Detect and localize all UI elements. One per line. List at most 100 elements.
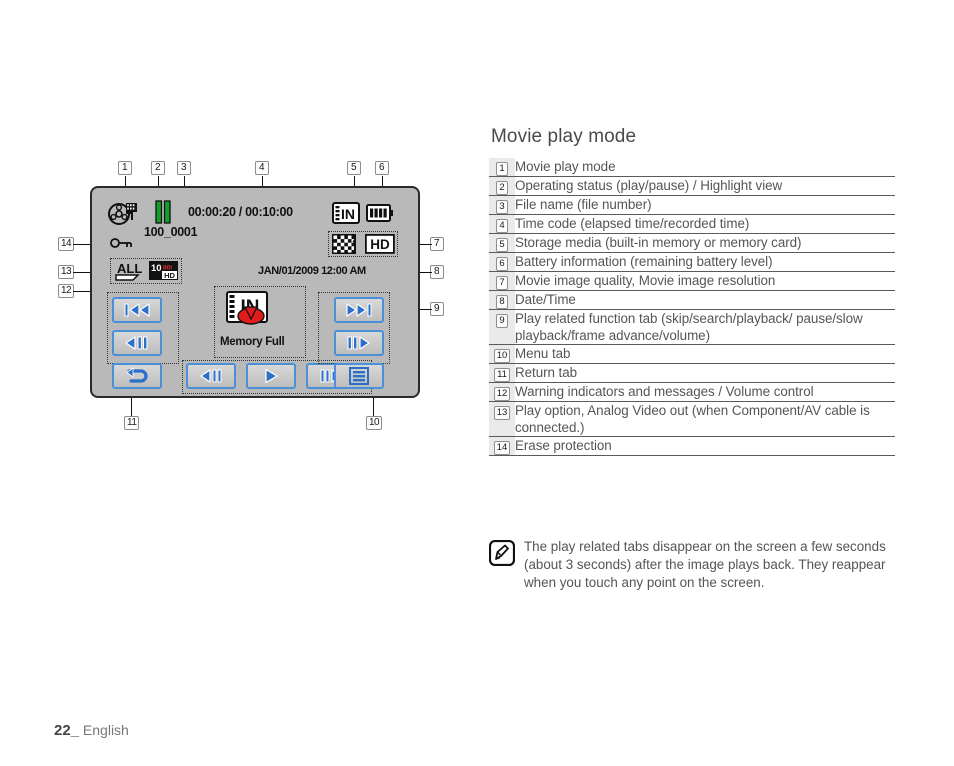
legend-number-badge: 14 — [493, 441, 511, 455]
callout-10: 10 — [366, 416, 383, 430]
legend-row-number-cell: 4 — [489, 214, 515, 234]
legend-number-badge: 10 — [493, 349, 511, 363]
legend-row-number-cell: 7 — [489, 271, 515, 291]
return-tab[interactable] — [112, 363, 162, 389]
legend-row-number-cell: 13 — [489, 401, 515, 437]
legend-row-number-cell: 12 — [489, 382, 515, 402]
page-number: 22 — [54, 722, 71, 739]
legend-number-badge: 1 — [496, 162, 508, 176]
skip-reverse-tab[interactable] — [112, 297, 162, 323]
play-tab[interactable] — [246, 363, 296, 389]
erase-protection-key-icon — [110, 236, 134, 250]
callout-7: 7 — [430, 237, 444, 251]
callout-12: 12 — [58, 284, 75, 298]
legend-table-body: 1 Movie play mode 2 Operating status (play/… — [489, 158, 895, 456]
legend-row: 9 Play related function tab (skip/search/… — [489, 309, 895, 345]
legend-number-badge: 11 — [494, 368, 510, 382]
legend-row: 6 Battery information (remaining battery … — [489, 252, 895, 272]
date-time-text: JAN/01/2009 12:00 AM — [258, 265, 366, 277]
play-option-all-icon: ALL — [114, 260, 144, 282]
legend-row-text-cell: Operating status (play/pause) / Highligh… — [515, 178, 783, 193]
legend-row: 4 Time code (elapsed time/recorded time) — [489, 214, 895, 234]
legend-row-number-cell: 2 — [489, 176, 515, 196]
legend-row: 1 Movie play mode — [489, 158, 895, 177]
callout-2: 2 — [151, 161, 165, 175]
memory-full-warning-icon: IN — [226, 289, 270, 327]
legend-row: 10 Menu tab — [489, 344, 895, 364]
legend-row-text-cell: Battery information (remaining battery l… — [515, 254, 773, 269]
legend-row: 8 Date/Time — [489, 290, 895, 310]
svg-text:IN: IN — [341, 206, 355, 222]
note-block: The play related tabs disappear on the s… — [488, 538, 895, 592]
legend-row-number-cell: 6 — [489, 252, 515, 272]
legend-table: 1 Movie play mode 2 Operating status (play/… — [489, 158, 895, 456]
page-language: English — [82, 722, 129, 738]
file-name-text: 100_0001 — [144, 225, 198, 239]
note-pencil-icon — [488, 539, 516, 567]
legend-row-text-cell: Return tab — [515, 365, 578, 380]
legend-row-number-cell: 8 — [489, 290, 515, 310]
callout-1: 1 — [118, 161, 132, 175]
slow-reverse-tab[interactable] — [186, 363, 236, 389]
manual-page: 1 2 3 4 5 6 14 13 12 7 8 9 11 10 00:00:2… — [0, 0, 954, 766]
leader-line-11 — [131, 398, 132, 416]
note-text: The play related tabs disappear on the s… — [524, 539, 886, 590]
legend-row: 14 Erase protection — [489, 436, 895, 456]
movie-play-mode-icon — [108, 200, 138, 226]
svg-text:HD: HD — [370, 237, 390, 252]
pause-status-icon — [153, 200, 173, 224]
legend-row-text-cell: Menu tab — [515, 346, 571, 361]
legend-row: 5 Storage media (built-in memory or memor… — [489, 233, 895, 253]
callout-6: 6 — [375, 161, 389, 175]
legend-panel: Movie play mode 1 Movie play mode 2 Operati… — [489, 126, 895, 456]
timecode-text: 00:00:20 / 00:10:00 — [188, 205, 293, 219]
callout-4: 4 — [255, 161, 269, 175]
legend-row-number-cell: 11 — [489, 363, 515, 383]
legend-row: 2 Operating status (play/pause) / Highlig… — [489, 176, 895, 196]
legend-row-number-cell: 5 — [489, 233, 515, 253]
legend-row-text-cell: Warning indicators and messages / Volume… — [515, 384, 814, 399]
legend-row-number-cell: 10 — [489, 344, 515, 364]
legend-row-number-cell: 1 — [489, 158, 515, 177]
legend-number-badge: 5 — [496, 238, 508, 252]
battery-icon — [366, 202, 394, 224]
legend-number-badge: 13 — [493, 406, 511, 420]
svg-text:ALL: ALL — [117, 261, 142, 276]
callout-9: 9 — [430, 302, 444, 316]
forward-search-tab[interactable] — [334, 330, 384, 356]
legend-row: 7 Movie image quality, Movie image resolu… — [489, 271, 895, 291]
leader-line-10 — [373, 398, 374, 416]
movie-resolution-1080i-icon: 10 80i HD — [149, 261, 179, 281]
legend-row: 3 File name (file number) — [489, 195, 895, 215]
callout-14: 14 — [58, 237, 75, 251]
page-separator: _ — [70, 722, 80, 739]
legend-number-badge: 3 — [496, 200, 508, 214]
legend-row-text-cell: Play option, Analog Video out (when Comp… — [515, 403, 870, 435]
warning-message-text: Memory Full — [220, 336, 285, 348]
legend-number-badge: 4 — [496, 219, 508, 233]
legend-number-badge: 8 — [496, 295, 508, 309]
legend-row-text-cell: Play related function tab (skip/search/p… — [515, 311, 863, 343]
callout-13: 13 — [58, 265, 75, 279]
legend-row-number-cell: 9 — [489, 309, 515, 345]
skip-forward-tab[interactable] — [334, 297, 384, 323]
hd-resolution-icon: HD — [365, 234, 395, 254]
page-footer: 22_ English — [54, 722, 129, 739]
legend-row: 12 Warning indicators and messages / Volu… — [489, 382, 895, 402]
svg-text:HD: HD — [164, 271, 175, 280]
callout-11: 11 — [124, 416, 140, 430]
callout-8: 8 — [430, 265, 444, 279]
legend-row-number-cell: 3 — [489, 195, 515, 215]
legend-row-number-cell: 14 — [489, 436, 515, 456]
legend-row-text-cell: Date/Time — [515, 292, 576, 307]
legend-row-text-cell: Time code (elapsed time/recorded time) — [515, 216, 750, 231]
lcd-screen: 00:00:20 / 00:10:00 100_0001 IN HD ALL 1… — [90, 186, 420, 398]
legend-row: 13 Play option, Analog Video out (when Co… — [489, 401, 895, 437]
built-in-memory-icon: IN — [332, 202, 360, 224]
reverse-search-tab[interactable] — [112, 330, 162, 356]
menu-tab[interactable] — [334, 363, 384, 389]
legend-number-badge: 2 — [496, 181, 508, 195]
legend-row-text-cell: Storage media (built-in memory or memory… — [515, 235, 802, 250]
legend-row-text-cell: File name (file number) — [515, 197, 652, 212]
legend-row-text-cell: Erase protection — [515, 438, 612, 453]
